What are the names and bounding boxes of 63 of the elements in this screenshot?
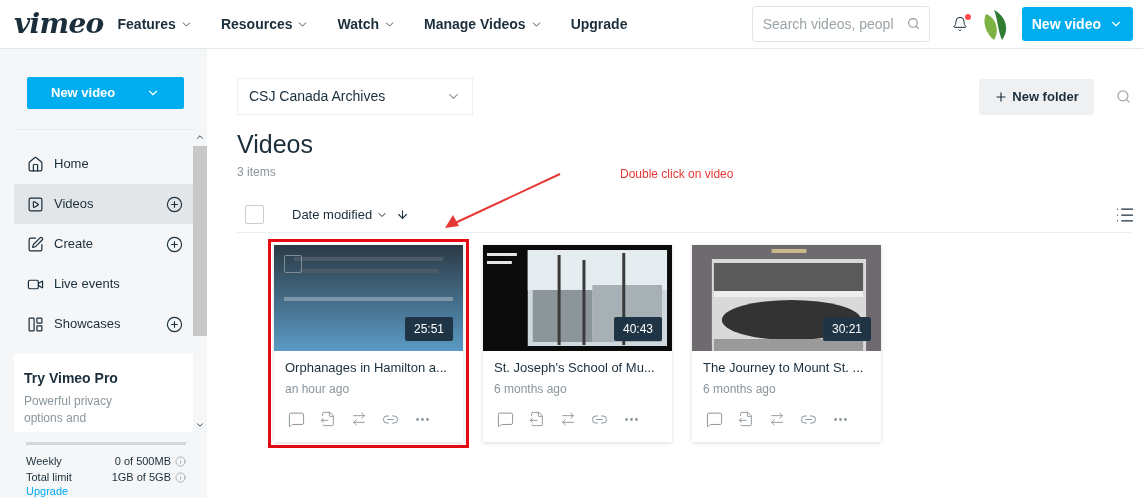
- video-icon: [27, 195, 44, 213]
- video-title[interactable]: Orphanages in Hamilton a...: [285, 358, 452, 378]
- nav-menu-item[interactable]: Manage Videos: [423, 13, 543, 35]
- scroll-up-icon[interactable]: [195, 132, 205, 142]
- nav-menu-item[interactable]: Resources: [220, 13, 310, 35]
- review-icon[interactable]: [706, 410, 723, 428]
- sidebar-item[interactable]: Videos: [14, 184, 193, 224]
- video-date: an hour ago: [285, 380, 351, 398]
- transfer-icon[interactable]: [560, 411, 576, 427]
- select-all-checkbox[interactable]: [245, 205, 264, 224]
- nav-menu-item[interactable]: Watch: [337, 13, 396, 35]
- duration-badge: 25:51: [404, 317, 453, 341]
- promo-text: Powerful privacy options and: [24, 393, 114, 427]
- video-card[interactable]: 25:51 Orphanages in Hamilton a... an hour ago: [274, 245, 463, 442]
- storage-label: Total limit: [26, 470, 73, 485]
- duration-badge: 30:21: [822, 317, 871, 341]
- sidebar-item[interactable]: Home: [14, 144, 193, 184]
- transfer-icon[interactable]: [769, 411, 785, 427]
- review-icon[interactable]: [288, 410, 305, 428]
- home-icon: [27, 155, 44, 173]
- info-icon[interactable]: [175, 455, 186, 467]
- add-icon[interactable]: [166, 235, 183, 253]
- video-title[interactable]: St. Joseph's School of Mu...: [494, 358, 661, 378]
- promo-title: Try Vimeo Pro: [24, 369, 119, 388]
- share-file-icon[interactable]: [738, 411, 754, 427]
- nav-menu-item[interactable]: Upgrade: [570, 13, 628, 35]
- folder-select[interactable]: CSJ Canada Archives: [237, 78, 473, 115]
- card-checkbox[interactable]: [284, 255, 302, 273]
- storage-value: 0 of 500MB: [114, 454, 171, 469]
- page-title: Videos: [237, 129, 314, 160]
- search-field[interactable]: Search videos, peopl: [751, 6, 930, 42]
- video-card[interactable]: 30:21 The Journey to Mount St. ... 6 months ago: [692, 245, 881, 442]
- edit-icon: [27, 235, 44, 253]
- sidebar-item[interactable]: Create: [14, 224, 193, 264]
- add-icon[interactable]: [166, 315, 183, 333]
- storage-value: 1GB of 5GB: [111, 470, 171, 485]
- layout-icon: [27, 315, 44, 333]
- bell-icon[interactable]: [951, 16, 968, 32]
- item-count: 3 items: [237, 164, 276, 181]
- search-icon[interactable]: [1116, 89, 1131, 104]
- sidebar-item[interactable]: Showcases: [14, 304, 193, 344]
- share-file-icon[interactable]: [320, 411, 336, 427]
- new-folder-button[interactable]: New folder: [979, 78, 1094, 115]
- video-title[interactable]: The Journey to Mount St. ...: [703, 358, 870, 378]
- transfer-icon[interactable]: [351, 411, 367, 427]
- sort-dropdown[interactable]: Date modified: [292, 204, 389, 225]
- info-icon[interactable]: [175, 471, 186, 483]
- duration-badge: 40:43: [613, 317, 662, 341]
- vimeo-logo[interactable]: vimeo: [14, 10, 104, 38]
- search-icon: [906, 17, 920, 30]
- share-file-icon[interactable]: [529, 411, 545, 427]
- video-date: 6 months ago: [703, 380, 777, 398]
- add-icon[interactable]: [166, 195, 183, 213]
- sidebar-item[interactable]: Live events: [14, 264, 193, 304]
- storage-label: Weekly: [26, 454, 63, 469]
- nav-menu-item[interactable]: Features: [117, 13, 193, 35]
- sort-direction-icon[interactable]: [396, 208, 410, 221]
- video-card[interactable]: 40:43 St. Joseph's School of Mu... 6 months ago: [483, 245, 672, 442]
- annotation-text: Double click on video: [620, 166, 734, 183]
- video-date: 6 months ago: [494, 380, 568, 398]
- scroll-down-icon[interactable]: [195, 420, 205, 430]
- plus-icon: [994, 89, 1009, 104]
- review-icon[interactable]: [497, 410, 514, 428]
